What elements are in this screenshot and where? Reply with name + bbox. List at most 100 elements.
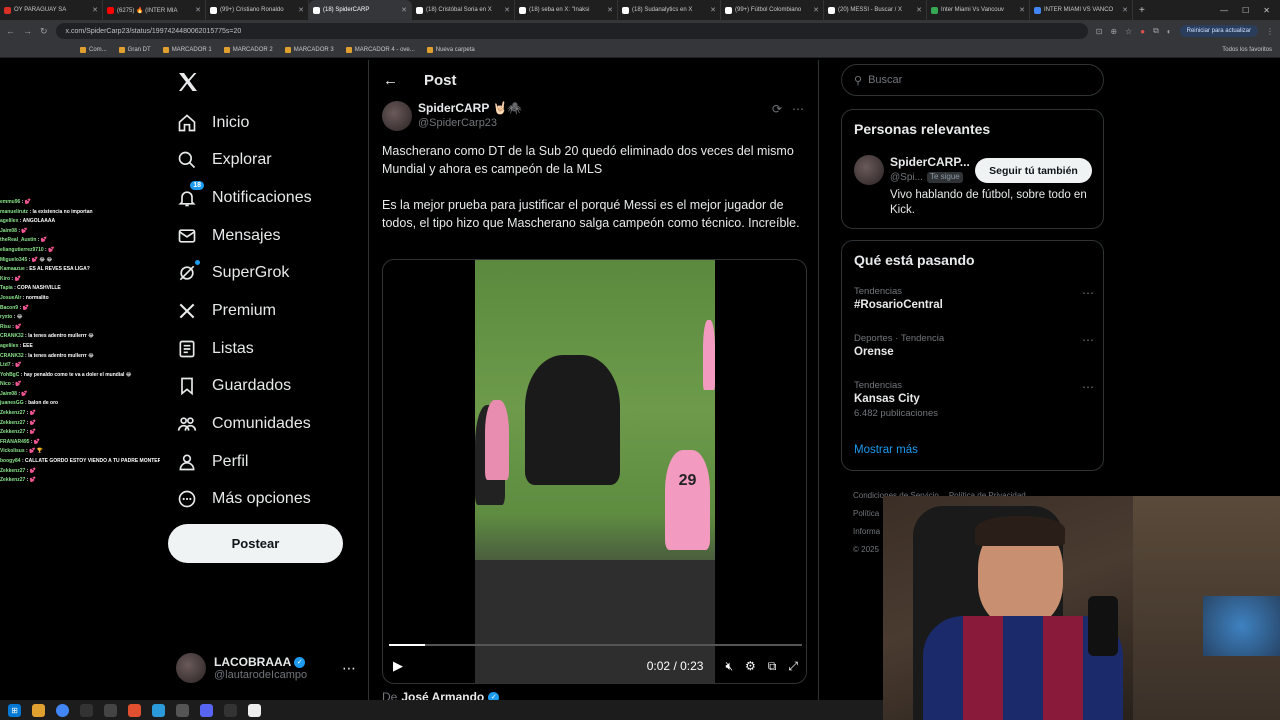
profile-icon[interactable]: ◐ [1167,27,1172,36]
post-button[interactable]: Postear [168,524,343,563]
nav-item-people[interactable]: Comunidades [176,405,356,443]
new-tab-button[interactable]: + [1133,5,1151,16]
post-more-icon[interactable]: ⋯ [792,102,804,116]
grok-icon[interactable]: ⟳ [772,102,782,116]
chat-user: emmu96 [0,199,21,205]
nav-item-bookmark[interactable]: Guardados [176,367,356,405]
browser-tab[interactable]: (6275) 🔥 (INTER MIA ✕ [103,0,206,20]
show-more-link[interactable]: Mostrar más [854,444,918,456]
trend-item[interactable]: Tendencias #RosarioCentral ⋯ [854,286,1094,311]
nav-item-more[interactable]: Más opciones [176,480,356,518]
url-input[interactable]: x.com/SpiderCarp23/status/19974244800620… [55,23,1088,39]
browser-tab[interactable]: (18) Sudanalytics en X ✕ [618,0,721,20]
reload-icon[interactable]: ↻ [40,26,48,37]
close-tab-icon[interactable]: ✕ [401,6,407,14]
relevant-avatar[interactable] [854,155,884,185]
favicon-icon [416,6,423,14]
trend-more-icon[interactable]: ⋯ [1082,380,1094,394]
mute-icon[interactable]: 🔇︎ [725,659,733,674]
nav-item-x[interactable]: Premium [176,292,356,330]
trend-item[interactable]: Tendencias Kansas City 6.482 publicaciones… [854,380,1094,419]
app-icon[interactable] [80,703,93,717]
bookmark-item[interactable]: MARCADOR 4 - ove... [345,46,415,53]
account-more-icon[interactable]: ⋯ [342,660,356,677]
close-tab-icon[interactable]: ✕ [195,6,201,14]
author-handle[interactable]: @SpiderCarp23 [418,117,497,129]
app-icon[interactable] [176,703,189,717]
file-explorer-icon[interactable] [32,703,45,717]
trend-more-icon[interactable]: ⋯ [1082,286,1094,300]
follow-button[interactable]: Seguir tú también [975,158,1092,183]
browser-tab[interactable]: (18) seba en X: "Inaksi ✕ [515,0,618,20]
forward-icon[interactable]: → [23,26,32,36]
nav-item-mail[interactable]: Mensajes [176,217,356,255]
author-name[interactable]: SpiderCARP 🤘🏻🕷️ [418,101,522,115]
x-logo-icon[interactable] [176,70,200,94]
browser-tab[interactable]: (99+) Fútbol Colombiano ✕ [721,0,824,20]
browser-tab[interactable]: OY PARAGUAY SA ✕ [0,0,103,20]
close-tab-icon[interactable]: ✕ [1122,6,1128,14]
nav-item-list[interactable]: Listas [176,330,356,368]
close-tab-icon[interactable]: ✕ [710,6,716,14]
close-tab-icon[interactable]: ✕ [916,6,922,14]
install-icon[interactable]: ⊡ [1096,27,1103,36]
browser-tab[interactable]: (99+) Cristiano Ronaldo ✕ [206,0,309,20]
video-player[interactable]: 29 ▶ 0:02 / 0:23 🔇︎ ⚙ ⧉ ⤢ [382,259,807,684]
minimize-icon[interactable]: — [1220,6,1228,15]
back-arrow-icon[interactable]: ← [383,72,398,89]
chrome-icon[interactable] [56,703,69,717]
back-icon[interactable]: ← [6,26,15,36]
close-tab-icon[interactable]: ✕ [92,6,98,14]
maximize-icon[interactable]: ☐ [1242,6,1249,15]
bookmark-item[interactable]: MARCADOR 2 [223,46,273,53]
close-window-icon[interactable]: ✕ [1263,6,1270,15]
browser-tab[interactable]: (18) SpiderCARP ✕ [309,0,412,20]
close-tab-icon[interactable]: ✕ [298,6,304,14]
trend-more-icon[interactable]: ⋯ [1082,333,1094,347]
menu-icon[interactable]: ⋮ [1266,27,1274,36]
bookmark-item[interactable]: Gran DT [118,46,151,53]
nav-item-search[interactable]: Explorar [176,141,356,179]
all-bookmarks-link[interactable]: Todos los favoritos [1222,47,1280,53]
discord-icon[interactable] [200,703,213,717]
browser-tab[interactable]: (18) Cristóbal Soria en X ✕ [412,0,515,20]
obs-icon[interactable] [224,703,237,717]
app-icon[interactable] [248,703,261,717]
zoom-icon[interactable]: ⊕ [1110,27,1117,36]
browser-tab[interactable]: INTER MIAMI VS VANCO ✕ [1030,0,1133,20]
update-button[interactable]: Reiniciar para actualizar [1179,25,1258,37]
nav-item-bell[interactable]: 18 Notificaciones [176,179,356,217]
app-icon[interactable] [128,703,141,717]
author-avatar[interactable] [382,101,412,131]
bookmark-item[interactable]: MARCADOR 1 [162,46,212,53]
close-tab-icon[interactable]: ✕ [813,6,819,14]
nav-item-grok[interactable]: SuperGrok [176,254,356,292]
bookmark-item[interactable]: MARCADOR 3 [284,46,334,53]
bookmark-item[interactable]: Com... [80,46,107,53]
nav-item-home[interactable]: Inicio [176,104,356,142]
video-figure-player: 29 [665,450,710,550]
account-switcher[interactable]: LACOBRAAA ✓ @lautarodeIcampo ⋯ [176,648,356,688]
close-tab-icon[interactable]: ✕ [504,6,510,14]
start-icon[interactable]: ⊞ [8,703,21,717]
settings-icon[interactable]: ⚙ [745,659,756,673]
star-icon[interactable]: ☆ [1125,27,1132,36]
browser-tab[interactable]: Inter Miami Vs Vancouv ✕ [927,0,1030,20]
trend-item[interactable]: Deportes · Tendencia Orense ⋯ [854,333,1094,358]
search-input[interactable]: ⚲ Buscar [841,64,1104,96]
app-icon[interactable] [152,703,165,717]
bookmark-item[interactable]: Nueva carpeta [426,46,475,53]
close-tab-icon[interactable]: ✕ [1019,6,1025,14]
nav-item-person[interactable]: Perfil [176,443,356,481]
browser-tab[interactable]: (20) MESSI - Buscar / X ✕ [824,0,927,20]
chat-user: agelilex [0,342,19,349]
play-icon[interactable]: ▶ [393,658,403,674]
extensions-icon[interactable]: ● [1140,27,1145,36]
close-tab-icon[interactable]: ✕ [607,6,613,14]
pip-icon[interactable]: ⧉ [768,659,777,674]
relevant-name[interactable]: SpiderCARP... [890,155,970,169]
fullscreen-icon[interactable]: ⤢ [788,659,798,674]
app-icon[interactable] [104,703,117,717]
progress-bar[interactable] [389,644,802,646]
puzzle-icon[interactable]: ⧉ [1153,26,1159,36]
